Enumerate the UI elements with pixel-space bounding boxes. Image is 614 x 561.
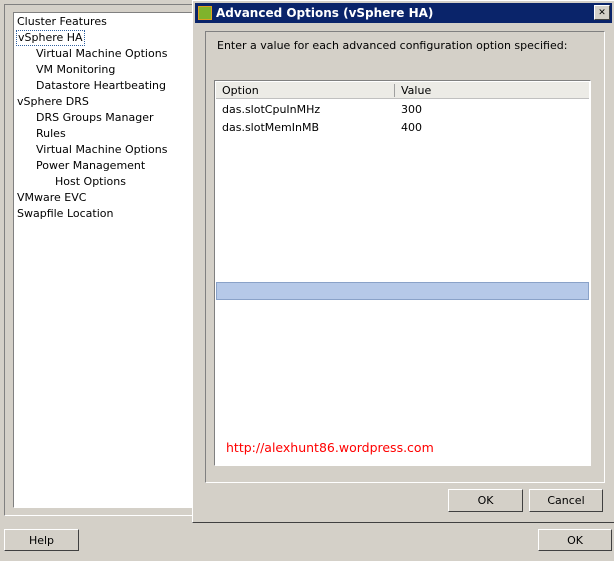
tree-item[interactable]: VM Monitoring [36, 63, 115, 77]
tree-item[interactable]: Datastore Heartbeating [36, 79, 166, 93]
tree-item[interactable]: Rules [36, 127, 66, 141]
instruction-text: Enter a value for each advanced configur… [217, 39, 568, 52]
option-value: 400 [401, 121, 422, 134]
dialog-titlebar[interactable]: Advanced Options (vSphere HA) ✕ [195, 3, 612, 23]
tree-item[interactable]: Cluster Features [17, 15, 107, 29]
vsphere-logo-icon [198, 6, 212, 20]
tree-item[interactable]: Virtual Machine Options [36, 47, 167, 61]
settings-tree[interactable]: Cluster Features vSphere HA Virtual Machin… [13, 12, 195, 508]
dialog-cancel-button[interactable]: Cancel [529, 489, 603, 512]
close-icon[interactable]: ✕ [594, 5, 610, 20]
help-button[interactable]: Help [4, 529, 79, 551]
option-name: das.slotCpuInMHz [222, 103, 321, 116]
watermark-link: http://alexhunt86.wordpress.com [226, 440, 434, 455]
tree-item[interactable]: Host Options [55, 175, 126, 189]
table-header: Option Value [216, 82, 589, 99]
tree-item[interactable]: Swapfile Location [17, 207, 113, 221]
table-cell-value[interactable]: 400 [401, 121, 422, 134]
tree-item[interactable]: VMware EVC [17, 191, 86, 205]
dialog-title: Advanced Options (vSphere HA) [216, 6, 434, 20]
tree-item[interactable]: Power Management [36, 159, 145, 173]
table-row[interactable]: das.slotMemInMB [222, 121, 319, 134]
new-option-edit-row[interactable] [216, 282, 589, 300]
dialog-ok-button[interactable]: OK [448, 489, 523, 512]
option-value: 300 [401, 103, 422, 116]
column-header-value[interactable]: Value [401, 84, 431, 97]
tree-item[interactable]: vSphere HA [16, 30, 85, 46]
tree-item[interactable]: vSphere DRS [17, 95, 89, 109]
column-header-option[interactable]: Option [222, 84, 395, 97]
option-name: das.slotMemInMB [222, 121, 320, 134]
options-table: Option Value das.slotCpuInMHz 300 das.sl… [214, 80, 591, 466]
advanced-options-dialog: Advanced Options (vSphere HA) ✕ Enter a … [192, 0, 614, 523]
main-ok-button[interactable]: OK [538, 529, 612, 551]
table-cell-value[interactable]: 300 [401, 103, 422, 116]
tree-item[interactable]: DRS Groups Manager [36, 111, 154, 125]
table-row[interactable]: das.slotCpuInMHz [222, 103, 320, 116]
tree-item[interactable]: Virtual Machine Options [36, 143, 167, 157]
